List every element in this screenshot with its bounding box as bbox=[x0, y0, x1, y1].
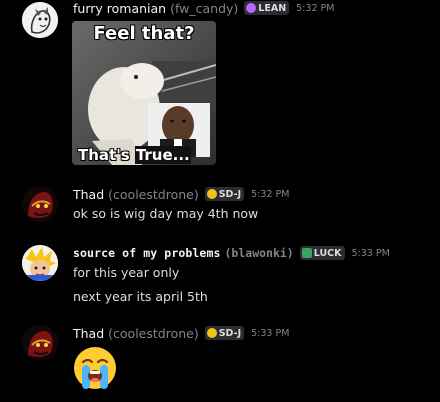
timestamp: 5:33 PM bbox=[251, 327, 290, 339]
server-tag[interactable]: SD-J bbox=[204, 187, 245, 201]
message-header: Thad (coolestdrone) SD-J 5:33 PM bbox=[73, 324, 289, 342]
avatar-image bbox=[22, 2, 58, 38]
meme-bottom-caption-2: True... bbox=[134, 146, 191, 164]
timestamp: 5:33 PM bbox=[351, 247, 390, 259]
author-name[interactable]: Thad bbox=[73, 187, 104, 202]
avatar-image bbox=[22, 186, 58, 222]
meme-bottom-caption: That's True... bbox=[78, 145, 191, 164]
clover-icon bbox=[301, 248, 312, 258]
timestamp: 5:32 PM bbox=[296, 2, 335, 14]
avatar-image bbox=[22, 325, 58, 361]
author-handle: (coolestdrone) bbox=[108, 186, 199, 202]
message-text: next year its april 5th bbox=[73, 289, 208, 304]
meme-bottom-caption-1: That's bbox=[78, 146, 130, 164]
message-header: source of my problems (blawonki) LUCK 5:… bbox=[73, 244, 390, 262]
server-tag-label: LEAN bbox=[258, 2, 287, 14]
meme-top-caption: Feel that? bbox=[93, 23, 195, 44]
message-header: furry romanian (fw_candy) LEAN 5:32 PM bbox=[73, 0, 334, 17]
chat-log: furry romanian (fw_candy) LEAN 5:32 PM F… bbox=[0, 0, 440, 402]
avatar[interactable] bbox=[22, 325, 58, 361]
server-tag-label: LUCK bbox=[313, 247, 342, 259]
message-text: for this year only bbox=[73, 265, 180, 280]
author-name[interactable]: furry romanian bbox=[73, 1, 166, 16]
avatar[interactable] bbox=[22, 2, 58, 38]
server-tag[interactable]: LUCK bbox=[299, 246, 345, 260]
server-tag-label: SD-J bbox=[218, 327, 242, 339]
avatar-image bbox=[22, 245, 58, 281]
server-tag[interactable]: SD-J bbox=[204, 326, 245, 340]
message: furry romanian (fw_candy) LEAN 5:32 PM F… bbox=[0, 0, 440, 170]
server-tag[interactable]: LEAN bbox=[244, 1, 290, 15]
skull-icon bbox=[206, 189, 217, 199]
message: Thad (coolestdrone) SD-J 5:32 PM ok so i… bbox=[0, 184, 440, 224]
skull-icon bbox=[206, 328, 217, 338]
skull-icon bbox=[246, 3, 257, 13]
server-tag-label: SD-J bbox=[218, 188, 242, 200]
author-handle: (fw_candy) bbox=[170, 0, 239, 16]
message: Thad (coolestdrone) SD-J 5:33 PM bbox=[0, 323, 440, 393]
message-header: Thad (coolestdrone) SD-J 5:32 PM bbox=[73, 185, 289, 203]
loudly-crying-face-icon[interactable] bbox=[72, 345, 118, 391]
avatar[interactable] bbox=[22, 245, 58, 281]
message: source of my problems (blawonki) LUCK 5:… bbox=[0, 243, 440, 313]
timestamp: 5:32 PM bbox=[251, 188, 290, 200]
author-name[interactable]: Thad bbox=[73, 326, 104, 341]
loudly-crying-face-emoji bbox=[74, 347, 116, 389]
message-text: ok so is wig day may 4th now bbox=[73, 206, 259, 221]
author-handle: (coolestdrone) bbox=[108, 325, 199, 341]
author-name[interactable]: source of my problems bbox=[73, 246, 221, 260]
avatar[interactable] bbox=[22, 186, 58, 222]
author-handle: (blawonki) bbox=[224, 246, 294, 260]
image-attachment[interactable]: Feel that? That's True... bbox=[72, 21, 216, 165]
